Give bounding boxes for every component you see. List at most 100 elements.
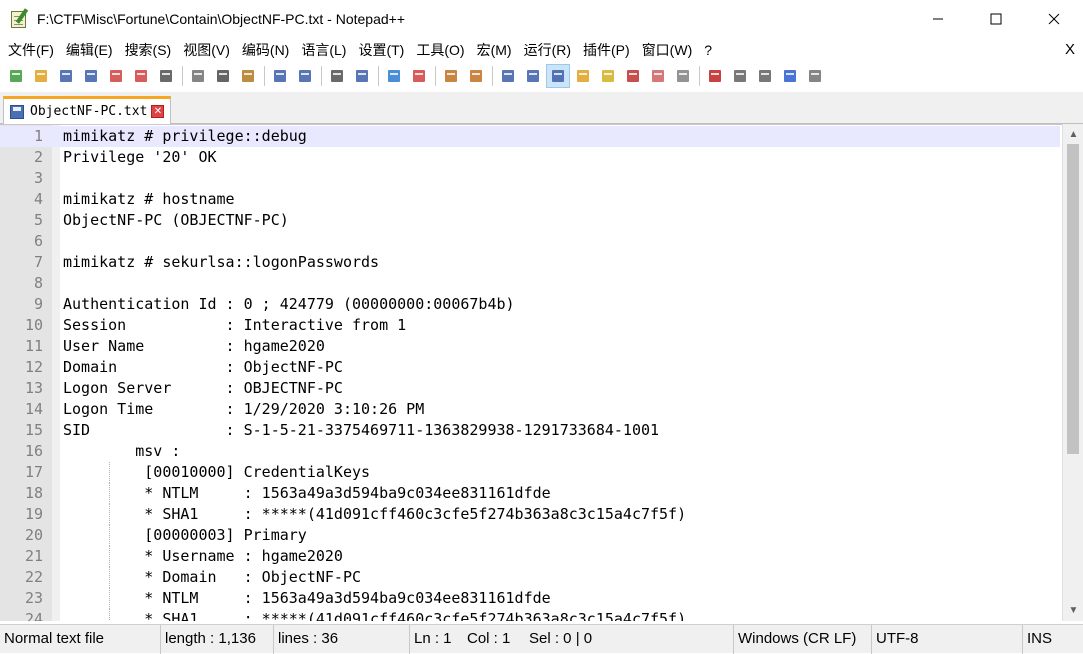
line-text[interactable]: ObjectNF-PC (OBJECTNF-PC) <box>63 210 289 231</box>
editor-line[interactable]: 4 mimikatz # hostname <box>0 189 1060 210</box>
indent-guide-button[interactable] <box>546 64 570 88</box>
save-all-button[interactable] <box>79 64 103 88</box>
menu-item-4[interactable]: 编码(N) <box>236 38 295 62</box>
line-text[interactable]: * SHA1 : *****(41d091cff460c3cfe5f274b36… <box>63 609 686 621</box>
menu-item-5[interactable]: 语言(L) <box>295 38 352 62</box>
menu-item-1[interactable]: 编辑(E) <box>60 38 119 62</box>
doc-map-button[interactable] <box>571 64 595 88</box>
word-wrap-button[interactable] <box>496 64 520 88</box>
editor-line[interactable]: 7 mimikatz # sekurlsa::logonPasswords <box>0 252 1060 273</box>
editor-line[interactable]: 21 * Username : hgame2020 <box>0 546 1060 567</box>
editor-line[interactable]: 16 msv : <box>0 441 1060 462</box>
new-file-button[interactable] <box>4 64 28 88</box>
macro-record-button[interactable] <box>703 64 727 88</box>
vertical-scrollbar[interactable]: ▲ ▼ <box>1062 124 1083 621</box>
editor-line[interactable]: 14 Logon Time : 1/29/2020 3:10:26 PM <box>0 399 1060 420</box>
close-all-button[interactable] <box>129 64 153 88</box>
line-text[interactable]: Authentication Id : 0 ; 424779 (00000000… <box>63 294 515 315</box>
user-lang-button[interactable] <box>621 64 645 88</box>
menu-item-7[interactable]: 工具(O) <box>410 38 470 62</box>
line-text[interactable]: mimikatz # privilege::debug <box>63 126 307 147</box>
sync-vertical-button[interactable] <box>439 64 463 88</box>
line-text[interactable]: * Username : hgame2020 <box>63 546 343 567</box>
menu-item-9[interactable]: 运行(R) <box>518 38 577 62</box>
sync-horizontal-button[interactable] <box>464 64 488 88</box>
editor-line[interactable]: 15 SID : S-1-5-21-3375469711-1363829938-1… <box>0 420 1060 441</box>
maximize-button[interactable] <box>967 0 1025 38</box>
editor-line[interactable]: 8 <box>0 273 1060 294</box>
editor-line[interactable]: 18 * NTLM : 1563a49a3d594ba9c034ee831161… <box>0 483 1060 504</box>
line-text[interactable]: msv : <box>63 441 180 462</box>
zoom-in-button[interactable] <box>382 64 406 88</box>
close-button[interactable] <box>1025 0 1083 38</box>
line-text[interactable]: * Domain : ObjectNF-PC <box>63 567 361 588</box>
scrollbar-thumb[interactable] <box>1067 144 1079 454</box>
editor-line[interactable]: 20 [00000003] Primary <box>0 525 1060 546</box>
menu-item-8[interactable]: 宏(M) <box>471 38 518 62</box>
text-content[interactable]: 1 mimikatz # privilege::debug 2 Privilege '… <box>0 126 1060 621</box>
tab-objectnf-pc[interactable]: ObjectNF-PC.txt ✕ <box>3 96 171 124</box>
editor-line[interactable]: 11 User Name : hgame2020 <box>0 336 1060 357</box>
redo-button[interactable] <box>293 64 317 88</box>
menu-item-11[interactable]: 窗口(W) <box>636 38 699 62</box>
editor-line[interactable]: 6 <box>0 231 1060 252</box>
editor-line[interactable]: 2 Privilege '20' OK <box>0 147 1060 168</box>
macro-stop-button[interactable] <box>728 64 752 88</box>
editor-line[interactable]: 22 * Domain : ObjectNF-PC <box>0 567 1060 588</box>
line-text[interactable]: SID : S-1-5-21-3375469711-1363829938-129… <box>63 420 659 441</box>
editor-line[interactable]: 1 mimikatz # privilege::debug <box>0 126 1060 147</box>
menu-item-6[interactable]: 设置(T) <box>352 38 410 62</box>
editor-line[interactable]: 23 * NTLM : 1563a49a3d594ba9c034ee831161… <box>0 588 1060 609</box>
show-all-chars-button[interactable] <box>521 64 545 88</box>
line-text[interactable]: Privilege '20' OK <box>63 147 217 168</box>
editor-area[interactable]: 1 mimikatz # privilege::debug 2 Privilege '… <box>0 124 1083 621</box>
line-text[interactable]: * NTLM : 1563a49a3d594ba9c034ee831161dfd… <box>63 588 550 609</box>
cut-button[interactable] <box>186 64 210 88</box>
folder-workspace-button[interactable] <box>646 64 670 88</box>
close-document-button[interactable]: X <box>1065 38 1075 62</box>
find-button[interactable] <box>325 64 349 88</box>
tab-close-icon[interactable]: ✕ <box>151 105 165 118</box>
save-button[interactable] <box>54 64 78 88</box>
editor-line[interactable]: 17 [00010000] CredentialKeys <box>0 462 1060 483</box>
line-text[interactable]: mimikatz # hostname <box>63 189 235 210</box>
line-text[interactable]: Logon Time : 1/29/2020 3:10:26 PM <box>63 399 424 420</box>
line-text[interactable]: * SHA1 : *****(41d091cff460c3cfe5f274b36… <box>63 504 686 525</box>
line-text[interactable]: Domain : ObjectNF-PC <box>63 357 343 378</box>
scroll-up-icon[interactable]: ▲ <box>1063 126 1083 143</box>
editor-line[interactable]: 13 Logon Server : OBJECTNF-PC <box>0 378 1060 399</box>
menu-item-2[interactable]: 搜索(S) <box>119 38 178 62</box>
scroll-down-icon[interactable]: ▼ <box>1063 602 1083 619</box>
menu-item-12[interactable]: ? <box>698 38 718 62</box>
editor-line[interactable]: 5 ObjectNF-PC (OBJECTNF-PC) <box>0 210 1060 231</box>
zoom-out-button[interactable] <box>407 64 431 88</box>
notepadpp-app-icon[interactable] <box>9 8 31 30</box>
line-text[interactable]: [00000003] Primary <box>63 525 307 546</box>
editor-line[interactable]: 3 <box>0 168 1060 189</box>
monitoring-button[interactable] <box>671 64 695 88</box>
macro-save-button[interactable] <box>803 64 827 88</box>
paste-button[interactable] <box>236 64 260 88</box>
menu-item-10[interactable]: 插件(P) <box>577 38 636 62</box>
editor-line[interactable]: 9 Authentication Id : 0 ; 424779 (0000000… <box>0 294 1060 315</box>
minimize-button[interactable] <box>909 0 967 38</box>
macro-run-multiple-button[interactable] <box>778 64 802 88</box>
copy-button[interactable] <box>211 64 235 88</box>
line-text[interactable]: * NTLM : 1563a49a3d594ba9c034ee831161dfd… <box>63 483 550 504</box>
macro-play-button[interactable] <box>753 64 777 88</box>
line-text[interactable]: mimikatz # sekurlsa::logonPasswords <box>63 252 379 273</box>
menu-item-0[interactable]: 文件(F) <box>2 38 60 62</box>
replace-button[interactable] <box>350 64 374 88</box>
line-text[interactable]: User Name : hgame2020 <box>63 336 325 357</box>
editor-line[interactable]: 10 Session : Interactive from 1 <box>0 315 1060 336</box>
close-button[interactable] <box>104 64 128 88</box>
print-button[interactable] <box>154 64 178 88</box>
editor-line[interactable]: 24 * SHA1 : *****(41d091cff460c3cfe5f274… <box>0 609 1060 621</box>
line-text[interactable]: Logon Server : OBJECTNF-PC <box>63 378 343 399</box>
open-file-button[interactable] <box>29 64 53 88</box>
menu-item-3[interactable]: 视图(V) <box>177 38 236 62</box>
editor-line[interactable]: 19 * SHA1 : *****(41d091cff460c3cfe5f274… <box>0 504 1060 525</box>
editor-line[interactable]: 12 Domain : ObjectNF-PC <box>0 357 1060 378</box>
function-list-button[interactable] <box>596 64 620 88</box>
line-text[interactable]: Session : Interactive from 1 <box>63 315 406 336</box>
